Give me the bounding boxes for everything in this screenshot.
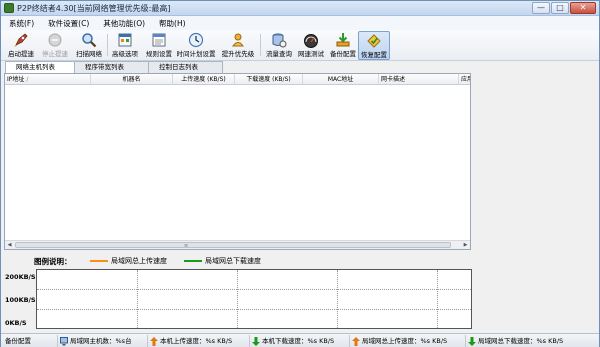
status-backup-config: 备份配置 [5,337,31,345]
upload-line-swatch [90,260,108,262]
legend-title: 图例说明： [34,257,72,266]
sort-indicator: / [26,76,29,83]
computer-icon [60,336,68,346]
scroll-thumb[interactable]: ≡ [15,242,451,249]
column-upload-speed[interactable]: 上传速度 (KB/S) [173,74,235,85]
status-local-upload: 本机上传速度：%s KB/S [147,335,249,347]
column-ip-address[interactable]: IP地址 / [5,74,91,85]
raise-priority-button[interactable]: 提升优先级 [219,31,257,60]
status-lan-upload: 局域网总上传速度：%s KB/S [349,335,465,347]
graph-legend: 图例说明： 局域网总上传速度 局域网总下载速度 [4,255,471,269]
graph-vgrid [337,270,338,328]
app-icon [4,3,14,13]
y-tick-200: 200KB/S [5,273,36,281]
minimize-button[interactable]: — [532,2,550,14]
menu-help[interactable]: 帮助(H) [157,17,188,30]
scroll-left-icon[interactable]: ◀ [5,241,14,249]
tab-program-bandwidth[interactable]: 程序带宽列表 [74,61,149,73]
y-tick-0: 0KB/S [5,319,27,327]
main-window: P2P终结者4.30[当前网络管理优先级:最高] — □ ✕ 系统(F) 软件设… [0,0,600,347]
down-arrow-icon [252,336,260,346]
scan-network-button[interactable]: 扫描网络 [73,31,105,60]
right-panel [472,61,598,250]
title-bar[interactable]: P2P终结者4.30[当前网络管理优先级:最高] — □ ✕ [1,1,599,16]
table-header: IP地址 / 机器名 上传速度 (KB/S) 下载速度 (KB/S) MAC地址… [5,74,470,85]
scroll-right-icon[interactable]: ▶ [461,241,470,249]
legend-upload: 局域网总上传速度 [90,256,167,266]
maximize-button[interactable]: □ [551,2,569,14]
rules-settings-button[interactable]: 规则设置 [143,31,175,60]
graph-hgrid [37,309,471,310]
rocket-icon [13,32,29,48]
status-lan-download: 局域网总下载速度：%s KB/S [465,335,597,347]
menu-other[interactable]: 其他功能(O) [101,17,147,30]
status-bar: 备份配置 局域网主机数：%s台 本机上传速度：%s KB/S 本机下载速度：%s… [1,333,599,347]
backup-icon [335,32,351,48]
advanced-options-button[interactable]: 高级选项 [109,31,141,60]
menu-bar: 系统(F) 软件设置(C) 其他功能(O) 帮助(H) [1,16,599,30]
window-title: P2P终结者4.30[当前网络管理优先级:最高] [17,4,171,13]
grip-icon: ≡ [184,243,189,249]
host-table[interactable]: IP地址 / 机器名 上传速度 (KB/S) 下载速度 (KB/S) MAC地址… [4,73,471,250]
column-mac-address[interactable]: MAC地址 [303,74,379,85]
up-arrow-icon [352,336,360,346]
download-line-swatch [184,260,202,262]
clock-icon [188,32,204,48]
schedule-settings-button[interactable]: 时间计划设置 [175,31,217,60]
start-speedup-button[interactable]: 启动提速 [5,31,37,60]
down-arrow-icon [468,336,476,346]
rules-icon [151,32,167,48]
graph-hgrid [37,289,471,290]
restore-config-button[interactable]: 恢复配置 [358,31,390,60]
speedometer-icon [303,32,319,48]
close-button[interactable]: ✕ [570,2,596,14]
graph-vgrid [237,270,238,328]
status-host-count: 局域网主机数：%s台 [57,335,147,347]
menu-system[interactable]: 系统(F) [7,17,36,30]
menu-settings[interactable]: 软件设置(C) [46,17,91,30]
options-icon [117,32,133,48]
toolbar: 启动提速 停止提速 扫描网络 高级选项 规则设置 时间计划设置 提升优先级 流量… [1,30,599,61]
stop-icon [47,32,63,48]
speed-graph [36,269,472,329]
backup-config-button[interactable]: 备份配置 [327,31,359,60]
graph-vgrid [137,270,138,328]
restore-icon [366,33,382,49]
list-tabs: 网络主机列表 程序带宽列表 控制日志列表 [5,61,223,74]
column-download-speed[interactable]: 下载速度 (KB/S) [235,74,303,85]
legend-download: 局域网总下载速度 [184,256,261,266]
horizontal-scrollbar[interactable]: ◀ ≡ ▶ [5,240,470,249]
column-application[interactable]: 应用 [459,74,470,85]
magnifier-icon [81,32,97,48]
speed-test-button[interactable]: 网速测试 [295,31,327,60]
priority-icon [230,32,246,48]
column-nic-description[interactable]: 网卡描述 [379,74,459,85]
database-icon [271,32,287,48]
traffic-query-button[interactable]: 流量查询 [263,31,295,60]
graph-vgrid [437,270,438,328]
stop-speedup-button[interactable]: 停止提速 [39,31,71,60]
column-machine-name[interactable]: 机器名 [91,74,173,85]
tab-control-log[interactable]: 控制日志列表 [148,61,223,73]
status-local-download: 本机下载速度：%s KB/S [249,335,349,347]
y-tick-100: 100KB/S [5,296,36,304]
up-arrow-icon [150,336,158,346]
